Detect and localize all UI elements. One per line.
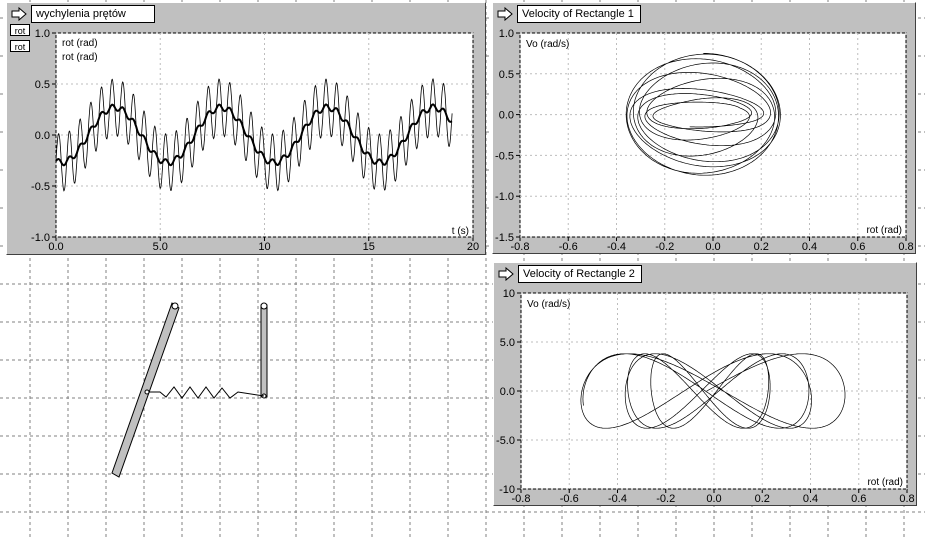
simulation-canvas <box>111 302 268 478</box>
rod-2-pivot[interactable] <box>260 302 268 310</box>
spring[interactable] <box>147 386 265 399</box>
rod-1-pivot[interactable] <box>171 302 179 310</box>
rod-2[interactable] <box>260 302 268 399</box>
spring-anchor-1[interactable] <box>144 389 150 395</box>
